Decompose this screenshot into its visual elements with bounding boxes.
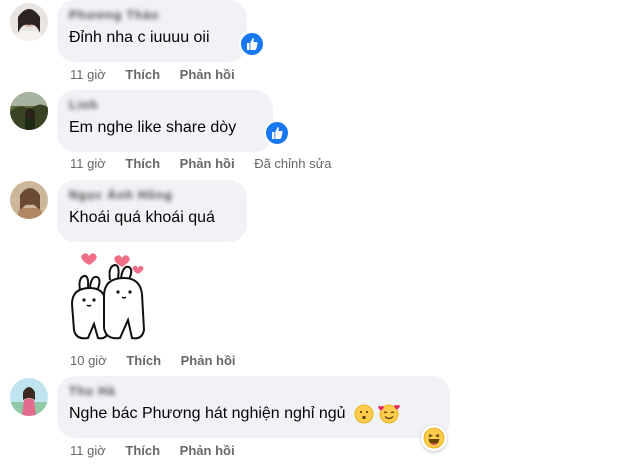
comment-bubble: Linh Em nghe like share dòy — [57, 90, 273, 152]
avatar-photo — [10, 3, 48, 41]
emoji-group — [354, 404, 401, 424]
timestamp[interactable]: 10 giờ — [70, 353, 107, 368]
edited-label: Đã chỉnh sửa — [254, 156, 332, 171]
avatar-photo — [10, 92, 48, 130]
avatar[interactable] — [10, 378, 48, 416]
author-name[interactable]: Phương Thảo — [69, 8, 235, 22]
comment-bubble: Phương Thảo Đỉnh nha c iuuuu oii — [57, 0, 247, 62]
haha-icon[interactable] — [421, 425, 447, 451]
comment-actions: 11 giờ Thích Phản hồi — [70, 67, 251, 82]
like-button[interactable]: Thích — [125, 443, 160, 458]
comment-text: Khoái quá khoái quá — [69, 209, 215, 226]
comment-text: Nghe bác Phương hát nghiện nghỉ ngủ — [69, 405, 346, 423]
like-icon[interactable] — [239, 31, 265, 57]
comment-text: Em nghe like share dòy — [69, 119, 237, 136]
avatar-photo — [10, 378, 48, 416]
avatar[interactable] — [10, 3, 48, 41]
avatar[interactable] — [10, 181, 48, 219]
smiling-face-with-hearts-icon — [378, 404, 401, 424]
like-button[interactable]: Thích — [126, 353, 161, 368]
reply-button[interactable]: Phản hồi — [180, 67, 235, 82]
sticker-image — [70, 253, 146, 340]
reply-button[interactable]: Phản hồi — [180, 156, 235, 171]
author-name[interactable]: Ngọc Ánh Hồng — [69, 188, 235, 202]
comment-bubble: Ngọc Ánh Hồng Khoái quá khoái quá — [57, 180, 247, 242]
comment-actions: 11 giờ Thích Phản hồi Đã chỉnh sửa — [70, 156, 348, 171]
timestamp[interactable]: 11 giờ — [70, 443, 106, 458]
timestamp[interactable]: 11 giờ — [70, 67, 106, 82]
reply-button[interactable]: Phản hồi — [180, 443, 235, 458]
thumbs-up-icon — [272, 127, 283, 139]
avatar-photo — [10, 181, 48, 219]
like-button[interactable]: Thích — [125, 156, 160, 171]
like-button[interactable]: Thích — [125, 67, 160, 82]
laughing-reaction-icon — [423, 427, 445, 449]
thumbs-up-icon — [247, 38, 258, 50]
author-name[interactable]: Thu Hà — [69, 384, 438, 398]
like-icon[interactable] — [264, 120, 290, 146]
bunny-hearts-sticker[interactable] — [62, 248, 152, 344]
open-mouth-emoji-icon — [354, 404, 374, 424]
reply-button[interactable]: Phản hồi — [181, 353, 236, 368]
avatar[interactable] — [10, 92, 48, 130]
comment-text: Đỉnh nha c iuuuu oii — [69, 29, 210, 46]
comment-bubble: Thu Hà Nghe bác Phương hát nghiện nghỉ n… — [57, 376, 450, 438]
comment-actions: 10 giờ Thích Phản hồi — [70, 353, 252, 368]
author-name[interactable]: Linh — [69, 98, 261, 112]
timestamp[interactable]: 11 giờ — [70, 156, 106, 171]
comment-actions: 11 giờ Thích Phản hồi — [70, 443, 251, 458]
